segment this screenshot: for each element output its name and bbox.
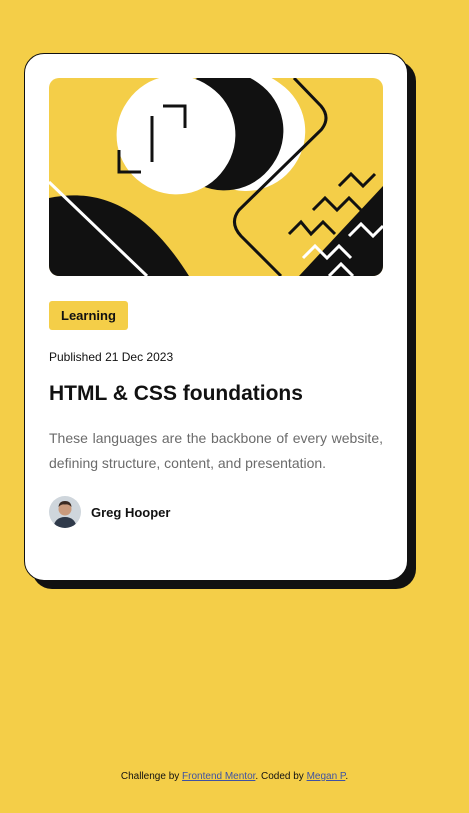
author-avatar [49,496,81,528]
page: Learning Published 21 Dec 2023 HTML & CS… [0,0,469,813]
footer-prefix: Challenge by [120,771,180,782]
card-title[interactable]: HTML & CSS foundations [49,381,383,407]
footer-middle: . Coded by [255,771,304,782]
blog-card: Learning Published 21 Dec 2023 HTML & CS… [24,53,408,581]
author: Greg Hooper [49,496,383,528]
author-name: Greg Hooper [91,504,171,520]
hero-illustration [49,78,383,276]
card-description: These languages are the backbone of ever… [49,430,383,471]
author-link[interactable]: Megan P [307,771,346,782]
category-tag[interactable]: Learning [49,301,128,330]
published-line: Published 21 Dec 2023 [49,350,383,364]
published-date: 21 Dec 2023 [105,350,174,364]
published-label: Published [49,350,102,364]
footer-suffix: . [345,771,349,782]
attribution-footer: Challenge by Frontend Mentor. Coded by M… [0,771,469,782]
frontend-mentor-link[interactable]: Frontend Mentor [182,771,255,782]
